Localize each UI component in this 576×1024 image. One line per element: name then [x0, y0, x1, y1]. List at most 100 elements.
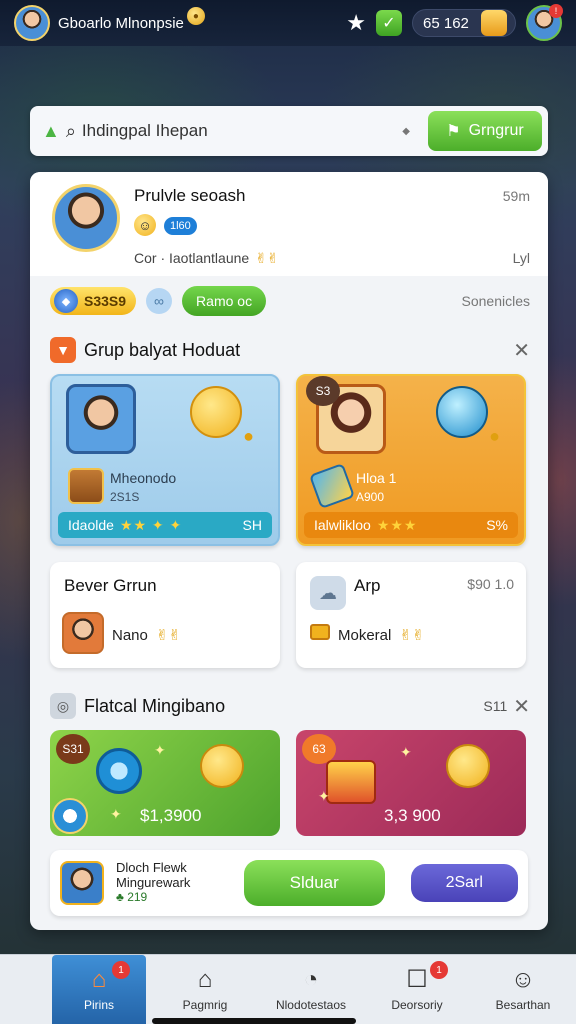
- section-header-featured: ◎ Flatcal Mingibano S11 ✕: [30, 682, 548, 730]
- search-button-label: Grngrur: [468, 122, 524, 139]
- link-icon[interactable]: ∞: [146, 288, 173, 314]
- friend-info: Dloch Flewk Mingurewark ♣ 219: [116, 860, 218, 905]
- section-right-value: S11: [483, 698, 508, 714]
- key-icon: [308, 462, 356, 510]
- profile-time: 59m: [502, 188, 530, 204]
- tag-icon: ▼: [50, 337, 76, 363]
- currency-value: 65 162: [423, 14, 469, 32]
- promo-cards: S31 ✦ ✦ $1,3900 63 ✦ ✦ 3,3 900: [30, 730, 548, 836]
- card-sub: A900: [356, 490, 385, 504]
- small-card[interactable]: Bever Grrun Nano ✌✌: [50, 562, 280, 668]
- secondary-action-button[interactable]: 2Sarl: [410, 864, 518, 902]
- friend-sub: ♣ 219: [116, 890, 148, 905]
- cloud-icon: ☁: [310, 576, 346, 610]
- person-icon: ▲: [42, 120, 60, 141]
- hand-icon: ✌✌: [155, 627, 181, 644]
- nav-badge: 1: [430, 961, 448, 979]
- promo-price: 3,3 900: [384, 806, 441, 825]
- profile-avatar[interactable]: [52, 184, 120, 252]
- nav-label: Pagmrig: [182, 997, 228, 1012]
- character-portrait: [66, 384, 136, 454]
- search-icon: ⌕: [65, 120, 76, 141]
- promo-tag: S31: [56, 734, 90, 764]
- nav-item-notifications[interactable]: ◔ Nlodotestaos: [258, 955, 364, 1024]
- friend-avatar[interactable]: !: [526, 4, 563, 41]
- orb-icon: [436, 386, 488, 438]
- card-name: Mheonodo: [110, 470, 177, 486]
- smile-icon: ☺: [134, 214, 156, 236]
- nav-item-discovery[interactable]: ☐ Deorsoriy 1: [364, 955, 470, 1024]
- friend-line1: Dloch Flewk: [116, 860, 187, 876]
- search-button[interactable]: ⚑ Grngrur: [428, 111, 542, 151]
- profile-subtitle-text: Cor · Iaotlantlaune: [134, 250, 250, 266]
- promo-card[interactable]: 63 ✦ ✦ 3,3 900: [296, 730, 526, 836]
- gift-box-icon: [326, 760, 376, 804]
- product-card[interactable]: ● Mheonodo 2S1S Idaolde ★★ ✦ ✦ SH: [50, 374, 280, 546]
- coin-icon: [446, 744, 490, 788]
- nav-label: Deorsoriy: [391, 997, 443, 1012]
- top-bar: Gboarlo Mlnonpsie ● ★ ✓ 65 162 !: [0, 0, 576, 46]
- chip-icon: [310, 624, 330, 640]
- home-icon: ⌂: [197, 965, 213, 993]
- rename-button[interactable]: Ramo oc: [182, 286, 267, 316]
- card-footer: Idaolde ★★ ✦ ✦ SH: [58, 512, 272, 538]
- nav-label: Pirins: [83, 997, 114, 1012]
- card-footer: Ialwlikloo ★★★ S%: [304, 512, 518, 538]
- flag-icon: ⚑: [446, 123, 461, 140]
- rating-stars: ★★ ✦ ✦: [119, 516, 183, 533]
- small-card-price: $90 1.0: [467, 576, 514, 592]
- drop-icon: ●: [243, 426, 254, 446]
- section-header-group: ▼ Grup balyat Hoduat ✕: [30, 326, 548, 374]
- sparkle-icon: ✦: [318, 788, 330, 804]
- gem-icon: ◆: [54, 289, 78, 313]
- close-icon[interactable]: ✕: [513, 694, 530, 719]
- check-shield-icon[interactable]: ✓: [376, 10, 402, 36]
- hand-icon: ✌✌: [399, 627, 425, 644]
- promo-card[interactable]: S31 ✦ ✦ $1,3900: [50, 730, 280, 836]
- profile-card: Prulvle seoash 59m ☺ 1l60 Cor · Iaotlant…: [30, 172, 548, 276]
- card-foot-value: S%: [486, 517, 508, 533]
- stat-row: ◆ S33S9 ∞ Ramo oc Sonenicles: [30, 276, 548, 326]
- small-card-avatar: [62, 612, 104, 654]
- nav-item-profile[interactable]: ☺ Besarthan: [470, 955, 576, 1024]
- nav-item-program[interactable]: ⌂ Pagmrig: [152, 955, 258, 1024]
- nav-item-home[interactable]: ⌂ Pirins 1: [52, 955, 146, 1024]
- card-foot-value: SH: [242, 517, 262, 533]
- promo-price: $1,3900: [140, 806, 202, 825]
- search-input[interactable]: [81, 121, 403, 141]
- gold-bar-icon: [481, 10, 507, 36]
- notification-dot: !: [549, 4, 563, 18]
- small-card-title: Bever Grrun: [64, 576, 157, 595]
- trophy-icon: [200, 744, 244, 788]
- coin-value: S33S9: [84, 293, 127, 309]
- profile-subtitle: Cor · Iaotlantlaune ✌✌: [134, 250, 279, 267]
- product-card[interactable]: S3 ● Hloa 1 A900 Ialwlikloo ★★★ S%: [296, 374, 526, 546]
- camera-item-icon: [96, 748, 142, 794]
- house-icon: ⌂: [91, 965, 107, 993]
- coin-pill[interactable]: ◆ S33S9: [50, 287, 137, 315]
- promo-avatar: [52, 798, 88, 834]
- small-card[interactable]: ☁ Arp $90 1.0 Mokeral ✌✌: [296, 562, 526, 668]
- card-foot-label: Idaolde: [68, 517, 114, 533]
- hand-icon: ✌✌: [255, 250, 279, 266]
- nav-label: Nlodotestaos: [275, 997, 347, 1012]
- coin-badge-icon: ●: [186, 7, 205, 25]
- stat-right-label[interactable]: Sonenicles: [462, 293, 531, 309]
- star-icon[interactable]: ★: [346, 10, 366, 36]
- primary-action-button[interactable]: Slduar: [243, 860, 385, 906]
- friend-action-row: Dloch Flewk Mingurewark ♣ 219 Slduar 2Sa…: [50, 850, 528, 916]
- player-avatar[interactable]: [14, 5, 50, 41]
- small-card-title: Arp: [354, 576, 381, 595]
- friend-avatar[interactable]: [60, 861, 104, 905]
- profile-subtitle-right: Lyl: [512, 250, 530, 266]
- trophy-icon: [190, 386, 242, 438]
- compass-icon: ◔: [303, 965, 319, 993]
- main-panel: Prulvle seoash 59m ☺ 1l60 Cor · Iaotlant…: [30, 172, 548, 930]
- sparkle-icon: ✦: [154, 742, 166, 758]
- section-title: Grup balyat Hoduat: [84, 339, 241, 360]
- sparkle-icon: ✦: [400, 744, 412, 760]
- sparkle-icon: ✦: [110, 806, 122, 822]
- close-icon[interactable]: ✕: [513, 338, 530, 363]
- chevron-down-icon[interactable]: ◆: [402, 126, 410, 137]
- currency-pill[interactable]: 65 162: [412, 9, 516, 37]
